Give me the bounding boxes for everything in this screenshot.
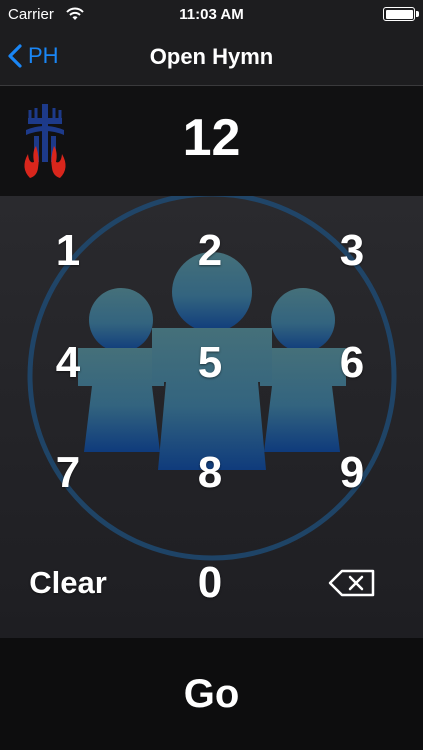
key-6[interactable]: 6 <box>302 328 402 398</box>
key-5[interactable]: 5 <box>160 328 260 398</box>
hymn-number: 12 <box>182 109 241 167</box>
clear-button[interactable]: Clear <box>8 548 128 618</box>
key-9[interactable]: 9 <box>302 438 402 508</box>
status-time: 11:03 AM <box>179 6 244 23</box>
backspace-button[interactable] <box>302 548 402 618</box>
battery-fill <box>385 9 413 19</box>
go-label: Go <box>183 671 240 716</box>
go-button[interactable]: Go <box>0 638 423 750</box>
key-2[interactable]: 2 <box>160 216 260 286</box>
page-title: Open Hymn <box>149 44 274 69</box>
backspace-icon <box>328 569 375 597</box>
key-0[interactable]: 0 <box>160 548 260 618</box>
key-7[interactable]: 7 <box>18 438 118 508</box>
key-8[interactable]: 8 <box>160 438 260 508</box>
key-1[interactable]: 1 <box>18 216 118 286</box>
key-4[interactable]: 4 <box>18 328 118 398</box>
nav-bar: PH Open Hymn <box>0 28 423 86</box>
key-3[interactable]: 3 <box>302 216 402 286</box>
hymn-display: 12 <box>0 86 423 196</box>
keypad: 1 2 3 4 5 6 7 8 9 Clear 0 <box>0 196 423 638</box>
status-bar: Carrier 11:03 AM <box>0 0 423 28</box>
battery-icon <box>383 7 419 21</box>
